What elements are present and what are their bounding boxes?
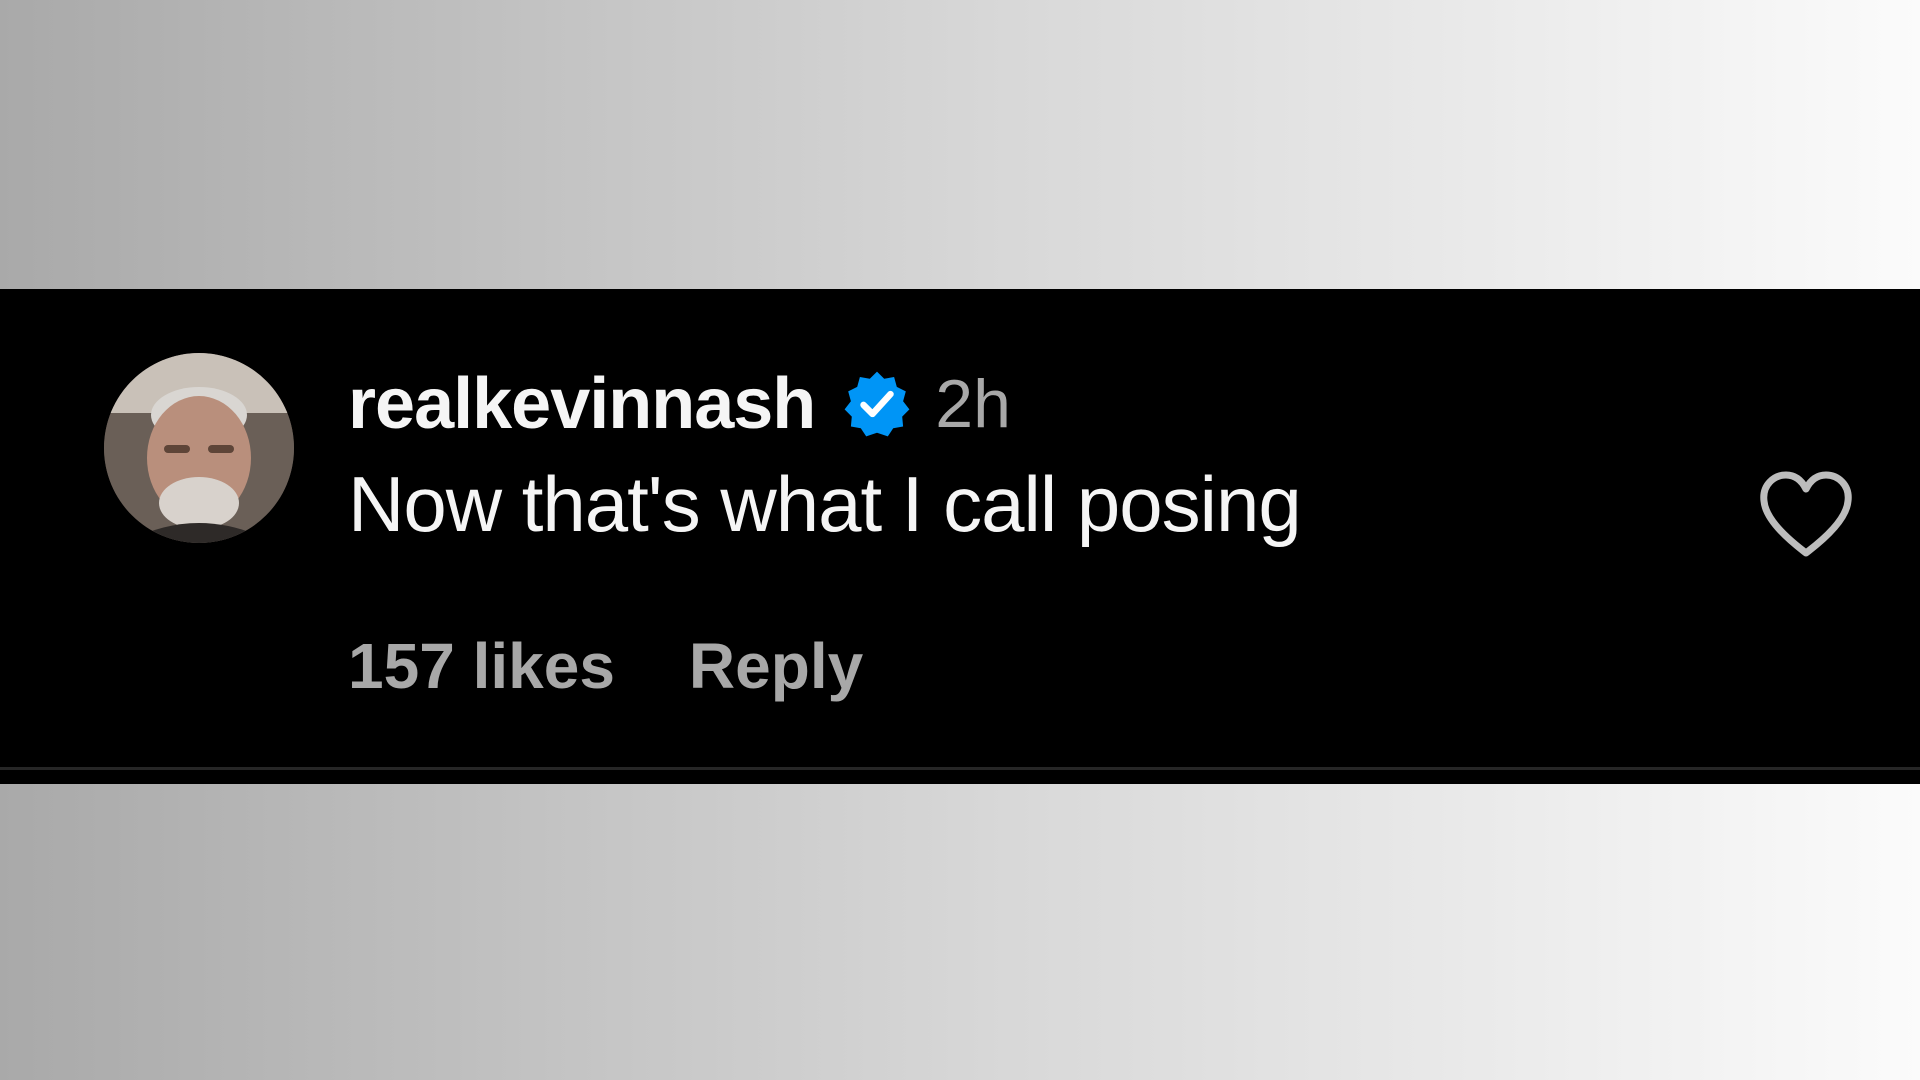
like-button[interactable] bbox=[1756, 469, 1856, 561]
comment-header: realkevinnash 2h bbox=[348, 359, 1648, 449]
likes-count[interactable]: 157 likes bbox=[348, 629, 615, 703]
heart-outline-icon bbox=[1760, 471, 1852, 557]
divider bbox=[0, 767, 1920, 770]
avatar-photo bbox=[104, 353, 294, 543]
reply-button[interactable]: Reply bbox=[689, 629, 863, 703]
comment-timestamp: 2h bbox=[935, 366, 1011, 442]
username-link[interactable]: realkevinnash bbox=[348, 363, 816, 445]
avatar[interactable] bbox=[104, 353, 294, 543]
verified-badge-icon bbox=[841, 368, 913, 440]
comment-body: realkevinnash 2h Now that's what I call … bbox=[348, 359, 1648, 550]
comment-actions: 157 likes Reply bbox=[348, 629, 863, 703]
comment-card: realkevinnash 2h Now that's what I call … bbox=[0, 289, 1920, 784]
comment-text: Now that's what I call posing bbox=[348, 460, 1302, 548]
